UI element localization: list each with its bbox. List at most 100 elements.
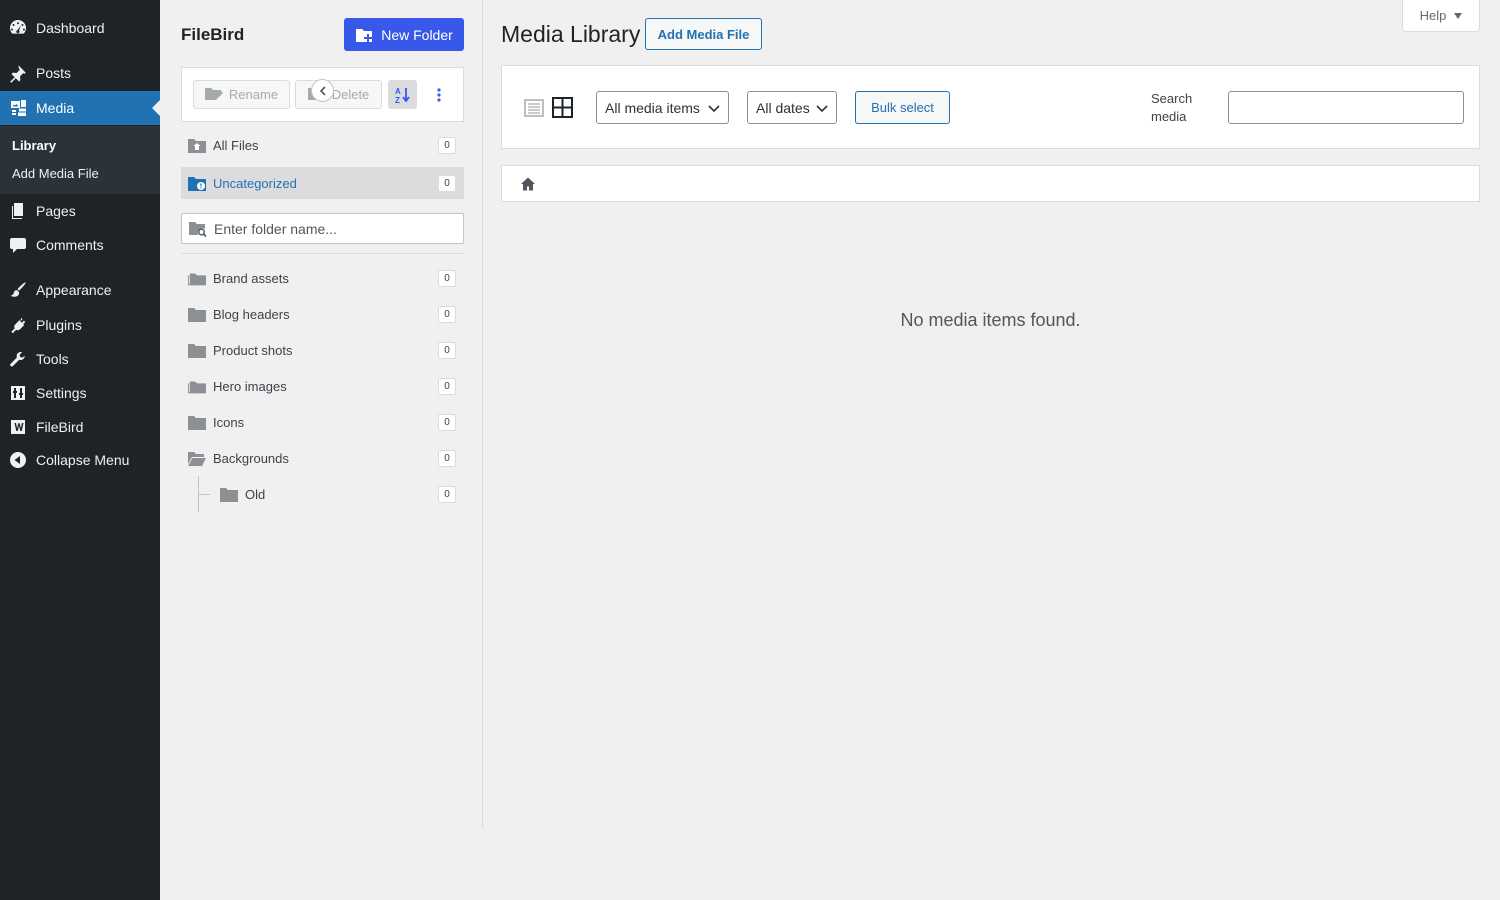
folder-count: 0 [438, 414, 456, 431]
folder-label: Blog headers [213, 306, 290, 322]
paintbrush-icon [0, 273, 36, 307]
delete-label: Delete [331, 87, 370, 102]
folder-uncategorized-icon [181, 176, 213, 191]
menu-item-filebird[interactable]: FileBird [0, 410, 160, 444]
svg-text:Z: Z [395, 96, 400, 104]
menu-label: Media [36, 100, 75, 116]
folder-item[interactable]: Blog headers 0 [181, 298, 464, 330]
chevron-down-icon [816, 105, 828, 113]
svg-text:A: A [395, 87, 401, 96]
pages-icon [0, 194, 36, 228]
delete-button[interactable]: Delete [295, 80, 382, 109]
folder-uncategorized[interactable]: Uncategorized 0 [181, 167, 464, 199]
menu-item-settings[interactable]: Settings [0, 376, 160, 410]
caret-down-icon [1454, 12, 1463, 19]
bulk-select-button[interactable]: Bulk select [855, 91, 950, 124]
rename-label: Rename [228, 87, 279, 102]
folder-count: 0 [438, 486, 456, 503]
submenu-library[interactable]: Library [12, 138, 56, 153]
folder-item[interactable]: Product shots 0 [181, 334, 464, 366]
grid-view-icon[interactable] [552, 97, 573, 118]
filebird-title: FileBird [181, 25, 245, 44]
collapse-panel-button[interactable] [311, 79, 334, 102]
plugins-icon [0, 308, 36, 342]
wrench-icon [0, 342, 36, 376]
help-button[interactable]: Help [1402, 0, 1480, 32]
folder-icon [181, 307, 213, 322]
admin-sidebar: Dashboard Posts Media Library Add Media … [0, 0, 160, 900]
sort-button[interactable]: A Z [388, 80, 417, 109]
comments-icon [0, 228, 36, 262]
filebird-icon [0, 410, 36, 444]
folder-search [181, 213, 464, 244]
divider [181, 253, 464, 254]
folder-item[interactable]: Hero images 0 [181, 370, 464, 402]
folder-label: Brand assets [213, 270, 289, 286]
date-filter[interactable]: All dates [747, 91, 837, 124]
submenu-add-media-file[interactable]: Add Media File [12, 166, 99, 181]
menu-item-collapse[interactable]: Collapse Menu [0, 443, 160, 477]
menu-label: Appearance [36, 282, 112, 298]
menu-label: Collapse Menu [36, 452, 130, 468]
folder-all-files[interactable]: All Files 0 [181, 129, 464, 161]
menu-item-appearance[interactable]: Appearance [0, 273, 160, 307]
folder-label: Icons [213, 414, 245, 430]
empty-state-message: No media items found. [900, 310, 1081, 330]
search-media-label: Search media [1151, 91, 1193, 124]
all-files-label: All Files [213, 137, 259, 153]
home-icon[interactable] [520, 176, 536, 192]
dashboard-icon [0, 11, 36, 45]
new-folder-button[interactable]: New Folder [344, 18, 464, 51]
add-media-file-button[interactable]: Add Media File [645, 18, 762, 50]
folder-label: Old [245, 486, 266, 502]
menu-item-plugins[interactable]: Plugins [0, 308, 160, 342]
folder-item[interactable]: Brand assets 0 [181, 262, 464, 294]
filebird-panel: FileBird New Folder Rename Delete A Z Al [160, 0, 483, 828]
tree-connector [198, 494, 210, 495]
menu-label: Tools [36, 351, 69, 367]
chevron-left-icon [319, 85, 326, 96]
uncategorized-label: Uncategorized [213, 175, 297, 191]
sort-icon: A Z [395, 87, 410, 104]
folder-label: Backgrounds [213, 450, 289, 466]
menu-item-media[interactable]: Media [0, 91, 160, 125]
menu-item-pages[interactable]: Pages [0, 194, 160, 228]
menu-item-comments[interactable]: Comments [0, 228, 160, 262]
settings-icon [0, 376, 36, 410]
folder-count: 0 [438, 270, 456, 287]
menu-item-dashboard[interactable]: Dashboard [0, 11, 160, 45]
folder-count: 0 [438, 342, 456, 359]
rename-button[interactable]: Rename [193, 80, 290, 109]
breadcrumb [501, 165, 1480, 202]
folder-icon [181, 415, 213, 430]
list-view-icon[interactable] [524, 98, 544, 118]
folder-item[interactable]: Icons 0 [181, 406, 464, 438]
menu-item-posts[interactable]: Posts [0, 56, 160, 90]
rename-folder-icon [204, 88, 223, 100]
more-options-button[interactable] [427, 80, 451, 109]
menu-item-tools[interactable]: Tools [0, 342, 160, 376]
search-media-input[interactable] [1228, 91, 1464, 124]
folder-icon [213, 487, 245, 502]
menu-label: Plugins [36, 317, 82, 333]
menu-label: Dashboard [36, 20, 105, 36]
page-title: Media Library [501, 21, 641, 47]
folder-home-icon [181, 138, 213, 153]
folder-item[interactable]: Backgrounds 0 [181, 442, 464, 474]
date-filter-value: All dates [756, 99, 810, 116]
media-type-filter[interactable]: All media items [596, 91, 729, 124]
all-files-count: 0 [438, 137, 456, 154]
folder-stack-icon [181, 271, 213, 286]
menu-label: Settings [36, 385, 87, 401]
folder-count: 0 [438, 378, 456, 395]
folder-label: Hero images [213, 378, 287, 394]
folder-search-input[interactable] [214, 220, 454, 237]
folder-stack-icon [181, 379, 213, 394]
media-icon [0, 91, 36, 125]
folder-item-child[interactable]: Old 0 [213, 478, 464, 510]
folder-open-icon [181, 451, 213, 466]
menu-label: FileBird [36, 419, 84, 435]
collapse-icon [0, 443, 36, 477]
menu-label: Posts [36, 65, 72, 81]
folder-count: 0 [438, 306, 456, 323]
